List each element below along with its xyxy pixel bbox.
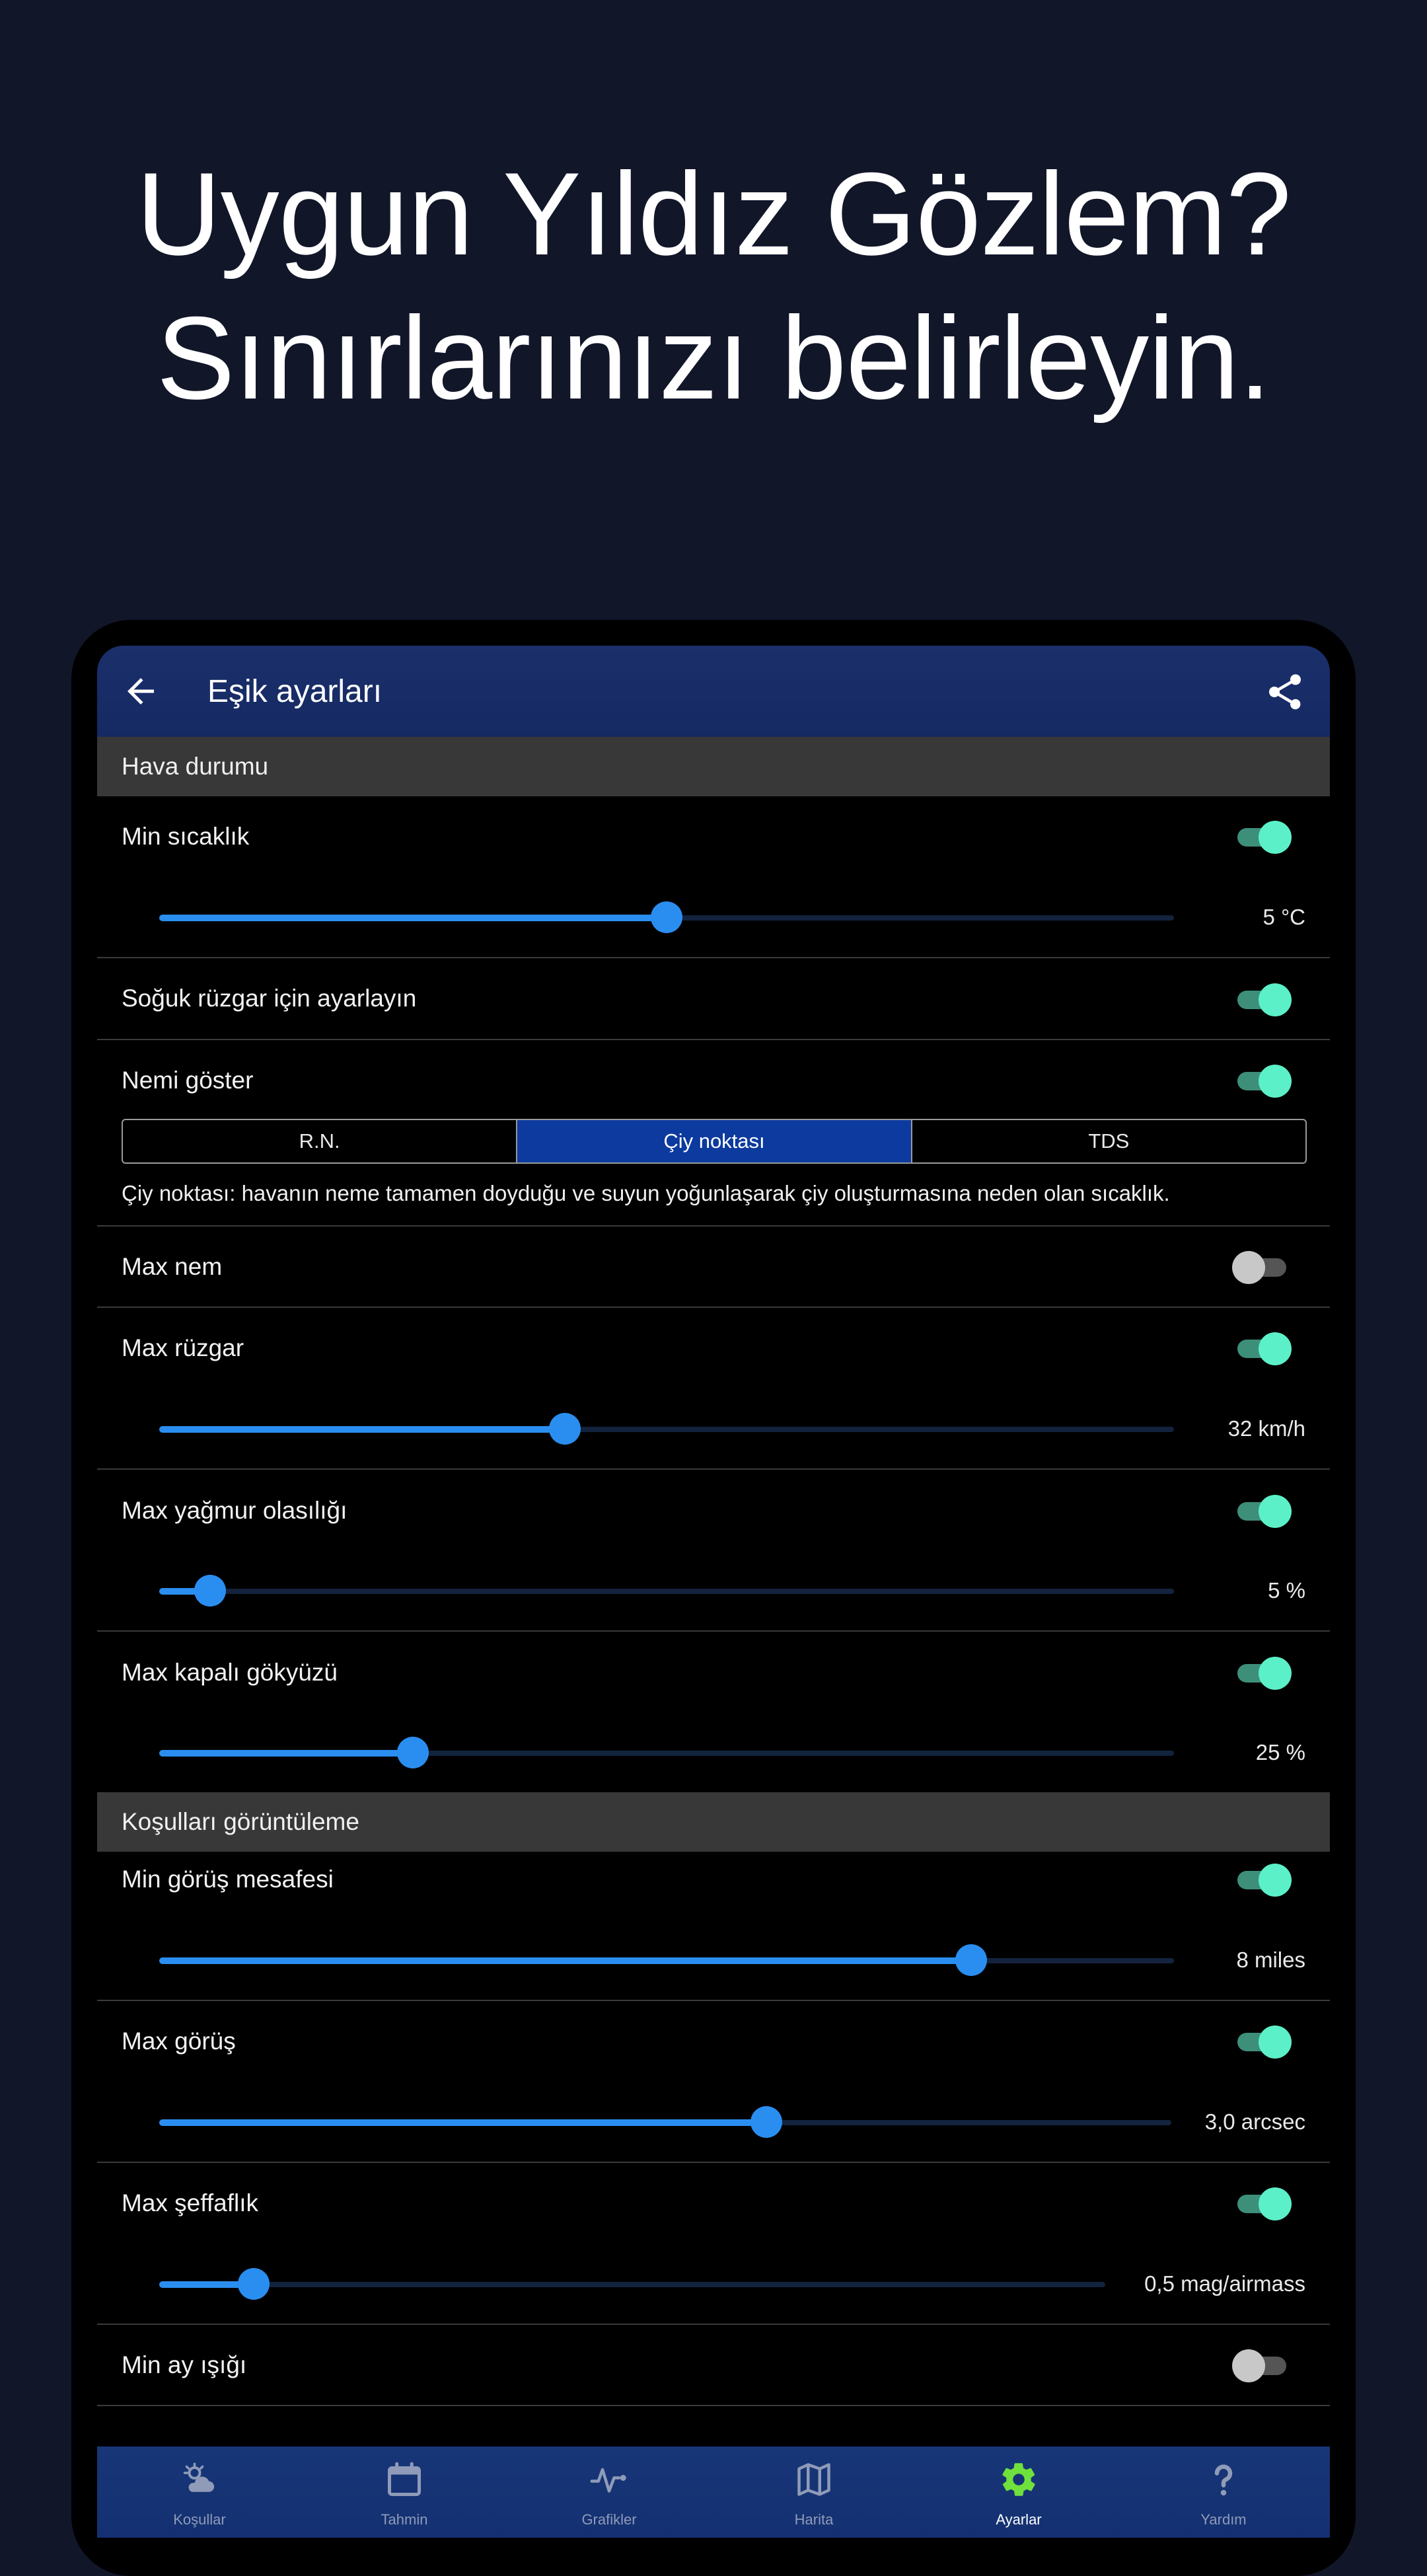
slider-thumb[interactable] — [238, 2268, 270, 2300]
max-humidity-label: Max nem — [122, 1253, 223, 1280]
divider — [97, 2324, 1330, 2325]
divider — [97, 2405, 1330, 2406]
max-seeing-value: 3,0 arcsec — [1204, 2109, 1305, 2134]
max-wind-label: Max rüzgar — [122, 1334, 244, 1361]
partly-cloudy-icon — [183, 2462, 215, 2492]
arrow-left-icon[interactable] — [121, 671, 161, 711]
slider-thumb[interactable] — [549, 1413, 581, 1445]
min-visibility-value: 8 miles — [1236, 1948, 1305, 1972]
nav-label: Grafikler — [581, 2511, 637, 2528]
max-seeing-toggle[interactable] — [1232, 2024, 1292, 2061]
pulse-chart-icon — [590, 2468, 626, 2493]
nav-item-forecast[interactable]: Tahmin — [302, 2446, 507, 2538]
nav-item-conditions[interactable]: Koşullar — [97, 2446, 302, 2538]
divider — [97, 1468, 1330, 1470]
segment-tds[interactable]: TDS — [912, 1120, 1305, 1162]
min-temp-toggle[interactable] — [1232, 819, 1292, 856]
min-temp-label: Min sıcaklık — [122, 823, 250, 850]
max-transparency-toggle[interactable] — [1232, 2185, 1292, 2222]
segment-dew-point[interactable]: Çiy noktası — [517, 1120, 912, 1162]
nav-item-settings[interactable]: Ayarlar — [916, 2446, 1121, 2538]
wind-chill-toggle[interactable] — [1232, 981, 1292, 1018]
nav-label: Yardım — [1200, 2511, 1247, 2528]
section-header-weather: Hava durumu — [97, 737, 1330, 796]
max-wind-slider[interactable] — [159, 1412, 1174, 1445]
divider — [97, 957, 1330, 958]
headline-line-1: Uygun Yıldız Gözlem? — [136, 148, 1292, 280]
slider-thumb[interactable] — [651, 901, 682, 933]
nav-item-help[interactable]: Yardım — [1121, 2446, 1326, 2538]
dew-point-description: Çiy noktası: havanın neme tamamen doyduğ… — [122, 1181, 1170, 1205]
nav-label: Ayarlar — [996, 2511, 1042, 2528]
question-icon — [1214, 2464, 1233, 2496]
max-rain-slider[interactable] — [159, 1574, 1174, 1607]
max-cloud-value: 25 % — [1255, 1740, 1305, 1764]
min-moonlight-label: Min ay ışığı — [122, 2351, 247, 2378]
max-transparency-value: 0,5 mag/airmass — [1144, 2271, 1305, 2296]
headline: Uygun Yıldız Gözlem? Sınırlarınızı belir… — [0, 142, 1427, 430]
max-cloud-label: Max kapalı gökyüzü — [122, 1659, 338, 1686]
min-visibility-label: Min görüş mesafesi — [122, 1866, 334, 1893]
slider-thumb[interactable] — [194, 1575, 226, 1607]
slider-thumb[interactable] — [397, 1737, 429, 1768]
min-visibility-slider[interactable] — [159, 1944, 1174, 1977]
divider — [97, 2162, 1330, 2163]
humidity-mode-selector: R.N. Çiy noktası TDS — [122, 1119, 1307, 1164]
app-bar: Eşik ayarları — [97, 646, 1330, 737]
min-temp-slider[interactable] — [159, 901, 1174, 934]
max-transparency-label: Max şeffaflık — [122, 2189, 259, 2216]
app-screen: Eşik ayarları Hava durumu Min sıcaklık 5… — [97, 646, 1330, 2538]
max-transparency-slider[interactable] — [159, 2267, 1105, 2300]
max-wind-value: 32 km/h — [1227, 1416, 1305, 1441]
wind-chill-label: Soğuk rüzgar için ayarlayın — [122, 985, 417, 1012]
divider — [97, 1630, 1330, 1632]
min-moonlight-toggle[interactable] — [1232, 2347, 1292, 2384]
bottom-navigation: Koşullar Tahmin Grafikler Harita Ayarlar… — [97, 2446, 1330, 2538]
nav-label: Tahmin — [381, 2511, 428, 2528]
min-visibility-toggle[interactable] — [1232, 1862, 1292, 1899]
max-seeing-slider[interactable] — [159, 2105, 1171, 2139]
divider — [97, 1225, 1330, 1227]
share-icon[interactable] — [1264, 671, 1306, 713]
divider — [97, 1039, 1330, 1040]
section-title: Hava durumu — [122, 753, 269, 780]
max-cloud-toggle[interactable] — [1232, 1655, 1292, 1692]
max-seeing-label: Max görüş — [122, 2027, 236, 2055]
page-title: Eşik ayarları — [207, 674, 383, 709]
max-cloud-slider[interactable] — [159, 1736, 1174, 1769]
calendar-icon — [388, 2462, 421, 2496]
slider-thumb[interactable] — [955, 1944, 987, 1976]
max-rain-toggle[interactable] — [1232, 1493, 1292, 1530]
divider — [97, 1307, 1330, 1308]
map-icon — [797, 2463, 830, 2496]
max-rain-value: 5 % — [1268, 1578, 1305, 1603]
max-wind-toggle[interactable] — [1232, 1330, 1292, 1367]
humidity-label: Nemi göster — [122, 1067, 254, 1094]
humidity-toggle[interactable] — [1232, 1063, 1292, 1100]
gear-icon — [1002, 2463, 1035, 2496]
nav-label: Koşullar — [173, 2511, 226, 2528]
divider — [97, 2000, 1330, 2001]
headline-line-2: Sınırlarınızı belirleyin. — [156, 292, 1271, 424]
nav-item-map[interactable]: Harita — [712, 2446, 916, 2538]
max-humidity-toggle[interactable] — [1232, 1249, 1292, 1286]
segment-rn[interactable]: R.N. — [123, 1120, 518, 1162]
min-temp-value: 5 °C — [1262, 905, 1305, 929]
section-title: Koşulları görüntüleme — [122, 1808, 359, 1835]
nav-item-graphs[interactable]: Grafikler — [507, 2446, 712, 2538]
nav-label: Harita — [794, 2511, 834, 2528]
section-header-display: Koşulları görüntüleme — [97, 1792, 1330, 1852]
slider-thumb[interactable] — [750, 2106, 783, 2138]
max-rain-label: Max yağmur olasılığı — [122, 1497, 348, 1524]
